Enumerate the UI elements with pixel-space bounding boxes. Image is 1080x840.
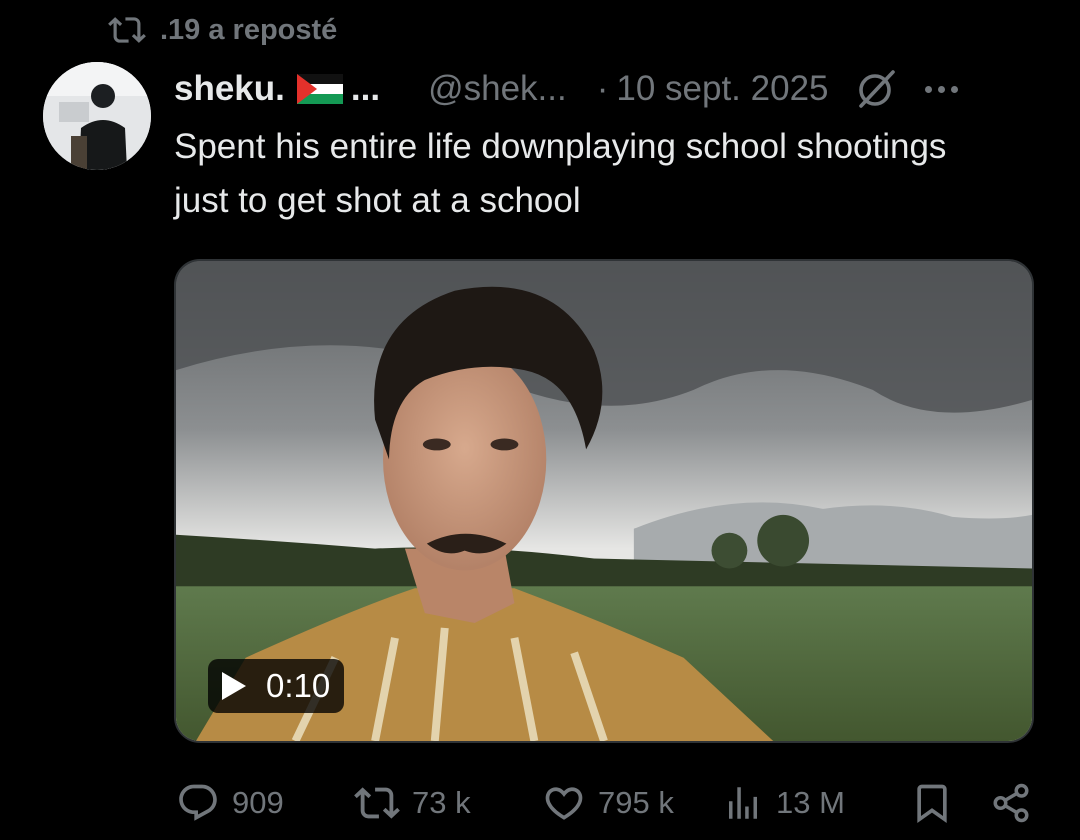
action-bar: 909 73 k 795 k 13 M [176, 776, 1036, 830]
views-count: 13 M [776, 785, 845, 820]
tweet-container: .19 a reposté sheku. ... @shek... · 10 s… [0, 0, 1080, 840]
repost-icon [108, 11, 146, 49]
tweet-text: Spent his entire life downplaying school… [174, 127, 947, 220]
reply-button[interactable]: 909 [176, 776, 284, 830]
like-count: 795 k [598, 785, 674, 820]
share-button[interactable] [990, 776, 1032, 830]
views-icon [729, 787, 757, 819]
like-button[interactable]: 795 k [542, 776, 674, 830]
palestine-flag-icon [296, 74, 343, 104]
views-button[interactable]: 13 M [722, 776, 845, 830]
author-handle[interactable]: @shek... [428, 69, 567, 109]
author-name-truncation: ... [350, 69, 381, 108]
more-options-icon[interactable] [924, 85, 958, 93]
video-duration-badge[interactable]: 0:10 [208, 659, 345, 713]
bookmark-button[interactable] [910, 776, 954, 830]
heart-icon [545, 787, 583, 820]
separator-dot: · [596, 69, 609, 108]
bookmark-icon [917, 784, 947, 824]
video-player[interactable]: 0:10 [174, 259, 1034, 743]
repost-indicator[interactable]: .19 a reposté [108, 10, 337, 50]
tweet-date[interactable]: 10 sept. 2025 [616, 69, 828, 109]
grok-icon[interactable] [853, 66, 899, 112]
tweet-header: sheku. ... @shek... · 10 sept. 2025 [174, 64, 1040, 114]
repost-button[interactable]: 73 k [354, 776, 471, 830]
repost-count: 73 k [412, 785, 471, 820]
author-name[interactable]: sheku. [174, 69, 285, 109]
share-icon [993, 783, 1029, 823]
reply-icon [179, 784, 217, 821]
repost-label: .19 a reposté [160, 13, 338, 46]
play-icon [222, 672, 246, 700]
repost-action-icon [354, 787, 400, 819]
avatar[interactable] [43, 62, 151, 170]
video-duration: 0:10 [266, 667, 331, 704]
reply-count: 909 [232, 785, 284, 820]
